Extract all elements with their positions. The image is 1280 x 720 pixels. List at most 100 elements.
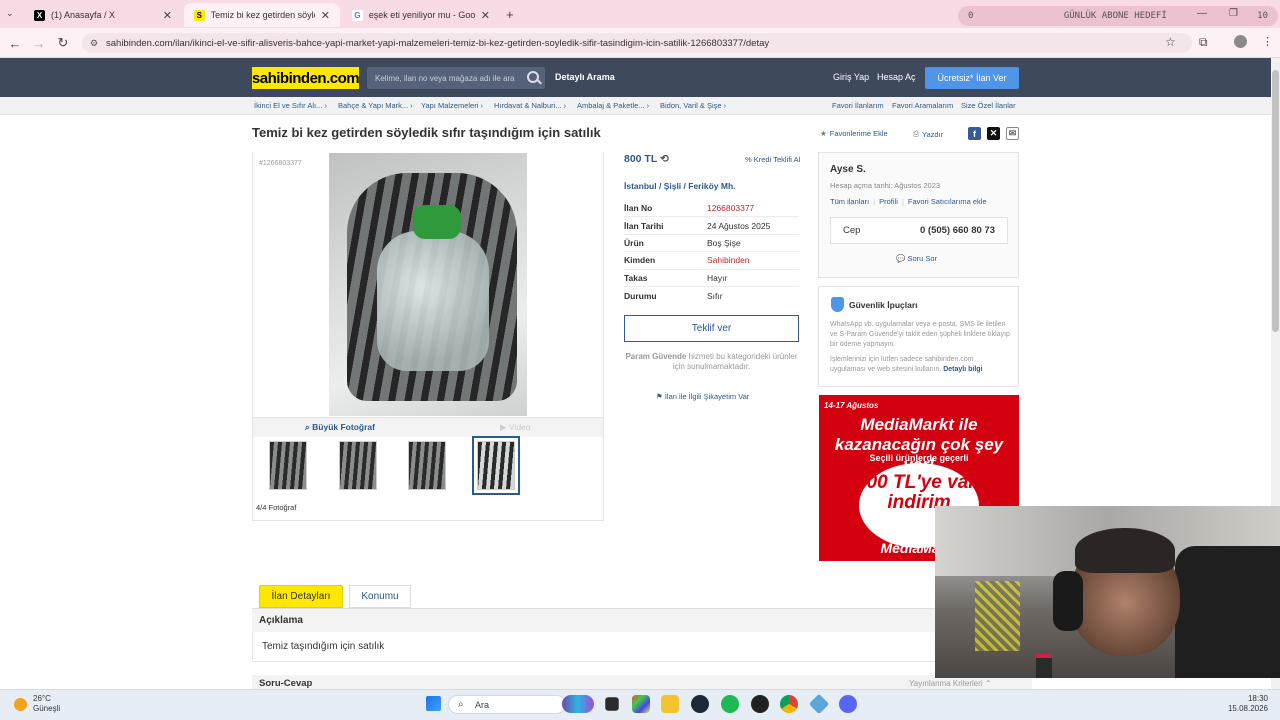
breadcrumb-item[interactable]: Bidon, Varil & Şişe ›	[660, 101, 726, 110]
search-input[interactable]: Kelime, ilan no veya mağaza adı ile ara	[367, 67, 545, 89]
reload-icon[interactable]: ↻	[54, 34, 72, 52]
thumbnail-4[interactable]	[472, 436, 520, 495]
url-field[interactable]: ⚙ sahibinden.com/ilan/ikinci-el-ve-sifir…	[82, 33, 1192, 53]
detail-value: Sahibinden	[707, 255, 750, 266]
video-button: ▶ Video	[500, 422, 531, 432]
tab-sahibinden[interactable]: S Temiz bi kez getirden söyledik s ✕	[184, 3, 340, 27]
facebook-share-icon[interactable]: f	[968, 127, 981, 140]
app-icon[interactable]	[751, 695, 769, 713]
profile-link[interactable]: Profili	[879, 197, 898, 206]
extensions-icon[interactable]: ⧉	[1199, 35, 1208, 50]
ad-subline: Seçili ürünlerde geçerli	[869, 453, 969, 463]
thumbnail-3[interactable]	[408, 441, 446, 490]
photo-count: 4/4 Fotoğraf	[256, 503, 297, 512]
breadcrumb-item[interactable]: İkinci El ve Sıfır Alı... ›	[254, 101, 327, 110]
headphones	[1053, 571, 1083, 631]
breadcrumb-item[interactable]: Hırdavat & Nalburi... ›	[494, 101, 566, 110]
ad-details-table: İlan No 1266803377 İlan Tarihi 24 Ağustos …	[624, 200, 799, 304]
file-explorer-icon[interactable]	[661, 695, 679, 713]
search-icon: ⌕	[458, 699, 464, 710]
param-note-bold[interactable]: Param Güvende	[625, 352, 686, 361]
tab-list-chevron-icon[interactable]: ⌄	[6, 8, 14, 19]
breadcrumb-item[interactable]: Bahçe & Yapı Mark... ›	[338, 101, 413, 110]
main-photo[interactable]	[329, 153, 527, 416]
security-tips-title: Güvenlik İpuçları	[849, 300, 918, 310]
x-share-icon[interactable]: ✕	[987, 127, 1000, 140]
close-tab-icon[interactable]: ✕	[481, 9, 490, 22]
menu-icon[interactable]: ⋮	[1262, 35, 1273, 48]
back-icon[interactable]: ←	[6, 34, 24, 52]
add-favorite-seller-link[interactable]: Favori Satıcılarıma ekle	[908, 197, 987, 206]
tab-ad-details[interactable]: İlan Detayları	[259, 585, 343, 608]
steam-icon[interactable]	[691, 695, 709, 713]
location-district[interactable]: Şişli	[664, 181, 681, 191]
page-title: Temiz bi kez getirden söyledik sıfır taş…	[252, 125, 601, 140]
table-row: İlan No 1266803377	[624, 200, 799, 218]
detail-key: İlan Tarihi	[624, 220, 664, 231]
maximize-icon[interactable]: ❐	[1229, 8, 1238, 19]
ad-number-label: #1266803377	[259, 160, 302, 167]
chrome-icon[interactable]	[780, 695, 798, 713]
new-tab-icon[interactable]: +	[506, 7, 514, 22]
discord-icon[interactable]	[839, 695, 857, 713]
more-info-link[interactable]: Detaylı bilgi	[943, 366, 982, 373]
search-icon[interactable]	[527, 71, 539, 83]
forward-icon[interactable]: →	[30, 34, 48, 52]
detail-value: Sıfır	[707, 290, 723, 301]
bookmark-star-icon[interactable]: ☆	[1165, 35, 1176, 49]
post-ad-button[interactable]: Ücretsiz* İlan Ver	[925, 67, 1019, 89]
store-icon[interactable]	[632, 695, 650, 713]
photo-bottle	[377, 231, 489, 371]
scrollbar-thumb[interactable]	[1272, 70, 1279, 332]
all-ads-link[interactable]: Tüm ilanları	[830, 197, 869, 206]
email-share-icon[interactable]: ✉	[1006, 127, 1019, 140]
register-link[interactable]: Hesap Aç	[877, 72, 916, 82]
task-view-icon[interactable]	[605, 697, 619, 711]
price: 800 TL ⟲	[624, 153, 669, 165]
thumbnail-1[interactable]	[269, 441, 307, 490]
system-clock[interactable]: 18:30 15.08.2026	[1218, 694, 1268, 714]
complaint-link[interactable]: ⚑ İlan ile İlgili Şikayetim Var	[656, 392, 749, 401]
print-link[interactable]: ⎙ Yazdır	[913, 129, 943, 139]
big-photo-button[interactable]: ⌕ Büyük Fotoğraf	[305, 422, 375, 433]
login-link[interactable]: Giriş Yap	[833, 72, 869, 82]
credit-offer-link[interactable]: % Kredi Teklifi Al	[745, 155, 800, 164]
description-text: Temiz taşındığım için satılık	[262, 641, 385, 652]
ask-question-link[interactable]: 💬 Soru Sor	[896, 254, 937, 263]
webcam-cable	[975, 581, 1020, 651]
tab-label: Temiz bi kez getirden söyledik s	[210, 10, 315, 20]
tab-google[interactable]: G eşek eti yeniliyor mu - Google'd ✕	[342, 3, 500, 27]
spotify-icon[interactable]	[721, 695, 739, 713]
windows-start-icon[interactable]	[426, 696, 441, 711]
favorite-ads-link[interactable]: Favori İlanlarım	[832, 101, 884, 110]
advanced-search-link[interactable]: Detaylı Arama	[555, 72, 615, 82]
breadcrumb-item[interactable]: Yapı Malzemeleri ›	[421, 101, 483, 110]
breadcrumb-item[interactable]: Ambalaj & Paketle... ›	[577, 101, 649, 110]
close-tab-icon[interactable]: ✕	[321, 9, 330, 22]
tab-location[interactable]: Konumu	[349, 585, 411, 608]
price-history-icon[interactable]: ⟲	[660, 153, 669, 165]
phone-number[interactable]: 0 (505) 660 80 73	[920, 225, 995, 236]
weather-widget[interactable]: 26°C Güneşli	[14, 694, 60, 714]
thumbnail-2[interactable]	[339, 441, 377, 490]
play-icon: ▶	[500, 422, 507, 432]
close-tab-icon[interactable]: ✕	[163, 9, 172, 22]
chat-icon: 💬	[896, 254, 906, 263]
widget-icon[interactable]	[562, 695, 594, 713]
taskbar-search[interactable]: ⌕ Ara	[448, 695, 566, 714]
site-info-icon[interactable]: ⚙	[90, 38, 98, 49]
x-favicon-icon: X	[34, 9, 45, 21]
add-favorite-link[interactable]: ★ Favorilerime Ekle	[820, 129, 888, 138]
location-neighborhood[interactable]: Feriköy Mh.	[688, 181, 735, 191]
site-logo[interactable]: sahibinden.com	[252, 67, 360, 89]
profile-avatar[interactable]	[1234, 35, 1247, 48]
make-offer-button[interactable]: Teklif ver	[624, 315, 799, 342]
webcam-hair	[1075, 528, 1175, 573]
security-text-2: İşlemlerinizi için lütfen sadece sahibin…	[830, 356, 983, 373]
favorite-searches-link[interactable]: Favori Aramalarım	[892, 101, 953, 110]
location-city[interactable]: İstanbul	[624, 181, 657, 191]
publishing-criteria-link[interactable]: Yayınlanma Kriterleri ⌃	[909, 679, 992, 688]
tab-x[interactable]: X (1) Anasayfa / X ✕	[24, 3, 182, 27]
minimize-icon[interactable]: —	[1197, 8, 1207, 19]
special-ads-link[interactable]: Size Özel İlanlar	[961, 101, 1016, 110]
